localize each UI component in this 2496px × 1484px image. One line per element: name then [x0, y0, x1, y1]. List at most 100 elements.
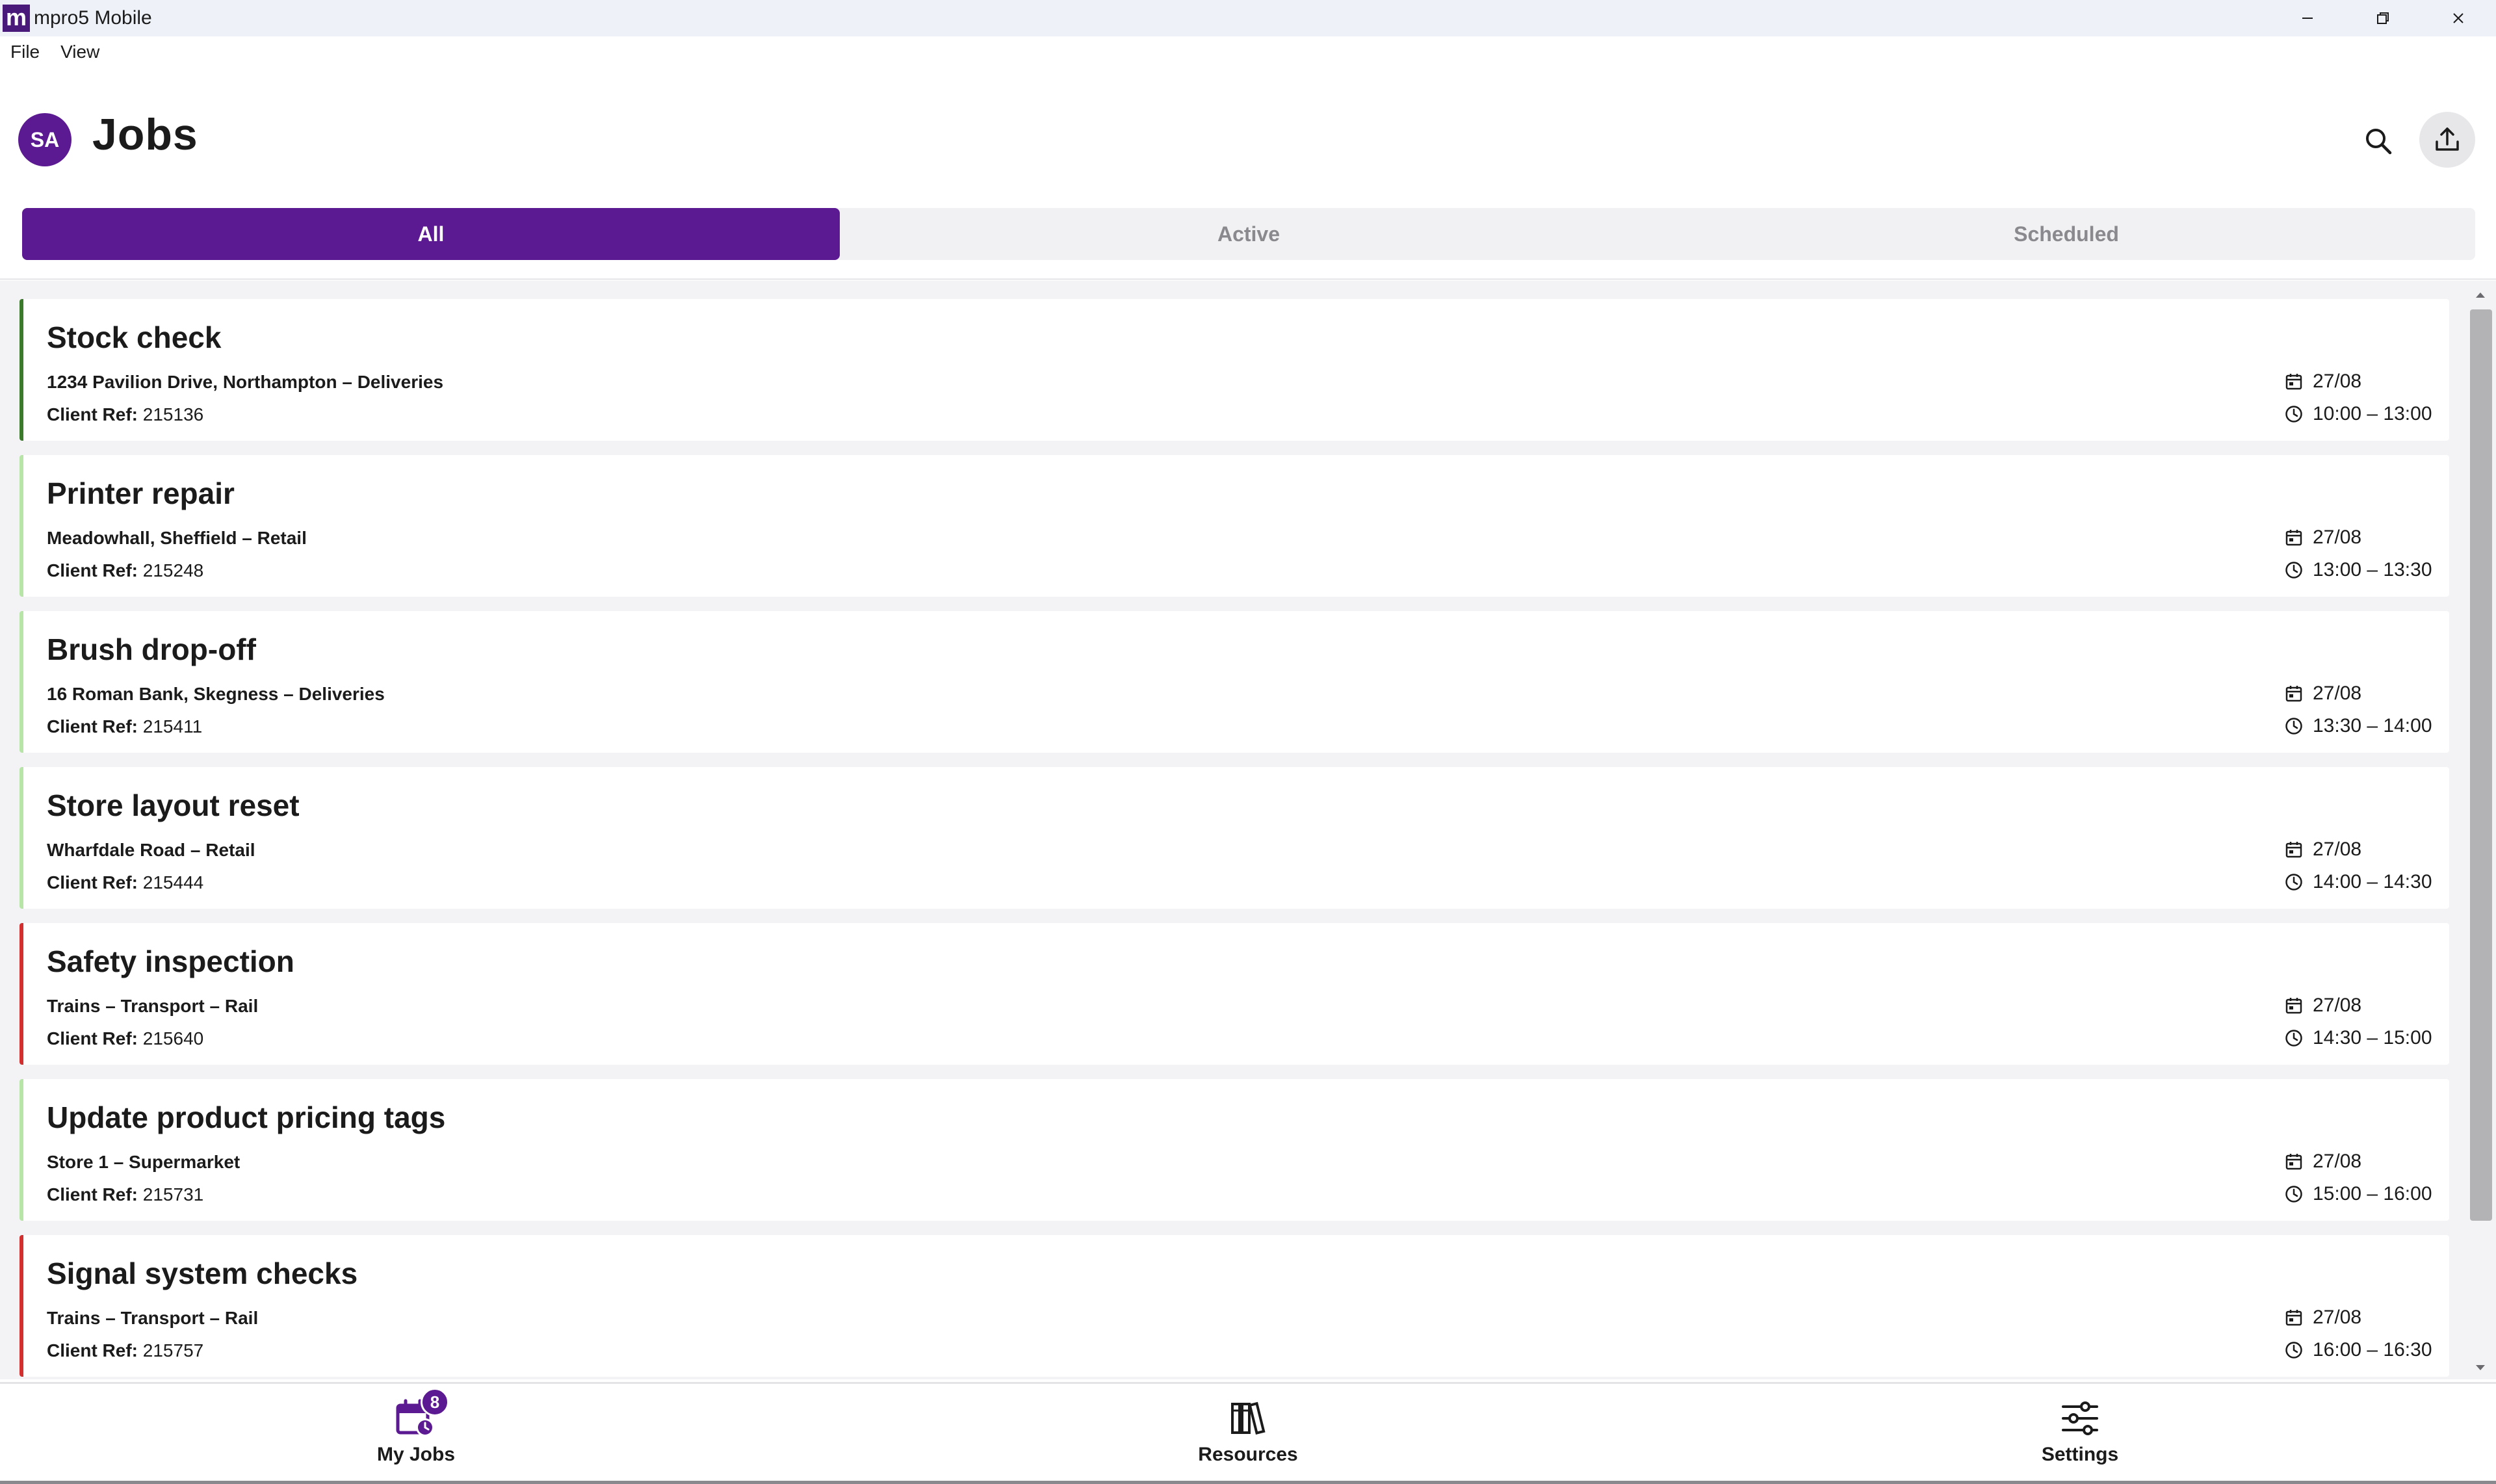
nav-my-jobs[interactable]: 8 My Jobs — [318, 1388, 514, 1475]
calendar-clock-icon: 8 — [393, 1388, 449, 1440]
job-card[interactable]: Stock check 1234 Pavilion Drive, Northam… — [20, 299, 2449, 441]
client-ref-label: Client Ref: — [47, 560, 138, 580]
job-card[interactable]: Brush drop-off 16 Roman Bank, Skegness –… — [20, 611, 2449, 753]
calendar-icon — [2285, 1154, 2302, 1170]
job-client-ref: Client Ref: 215757 — [47, 1340, 203, 1361]
scroll-up-arrow-icon[interactable] — [2474, 289, 2487, 302]
job-time: 13:30 – 14:00 — [2284, 715, 2432, 737]
client-ref-value: 215757 — [142, 1340, 204, 1360]
menu-view[interactable]: View — [50, 42, 110, 62]
job-time-value: 14:30 – 15:00 — [2313, 1027, 2432, 1048]
job-date: 27/08 — [2284, 839, 2361, 861]
app-logo: m — [3, 5, 30, 32]
client-ref-value: 215731 — [142, 1184, 204, 1204]
nav-settings-label: Settings — [2041, 1444, 2119, 1465]
job-title: Signal system checks — [47, 1256, 358, 1290]
header-divider — [0, 278, 2496, 280]
upload-icon — [2436, 127, 2459, 151]
job-card[interactable]: Safety inspection Trains – Transport – R… — [20, 923, 2449, 1065]
job-time: 14:00 – 14:30 — [2284, 871, 2432, 893]
menu-file[interactable]: File — [0, 42, 50, 62]
window-title: mpro5 Mobile — [34, 7, 152, 29]
job-title: Store layout reset — [47, 788, 300, 822]
job-time: 10:00 – 13:00 — [2284, 403, 2432, 425]
job-date: 27/08 — [2284, 527, 2361, 549]
client-ref-label: Client Ref: — [47, 872, 138, 892]
clock-icon — [2285, 562, 2302, 579]
bottom-navigation: 8 My Jobs Resources Settings — [0, 1382, 2496, 1484]
job-date-value: 27/08 — [2313, 371, 2362, 392]
job-time-value: 10:00 – 13:00 — [2313, 403, 2432, 424]
tab-scheduled[interactable]: Scheduled — [1658, 208, 2475, 260]
client-ref-label: Client Ref: — [47, 1028, 138, 1048]
job-time-value: 16:00 – 16:30 — [2313, 1339, 2432, 1360]
restore-button[interactable] — [2345, 0, 2421, 36]
client-ref-label: Client Ref: — [47, 716, 138, 736]
nav-my-jobs-label: My Jobs — [376, 1444, 456, 1465]
job-date: 27/08 — [2284, 371, 2361, 393]
job-date-value: 27/08 — [2313, 527, 2362, 548]
clock-icon — [2285, 1030, 2302, 1047]
upload-button[interactable] — [2419, 112, 2475, 168]
job-time-value: 13:00 – 13:30 — [2313, 559, 2432, 580]
job-title: Printer repair — [47, 476, 235, 510]
window-controls — [2270, 0, 2496, 36]
client-ref-value: 215411 — [142, 716, 203, 736]
job-count-badge: 8 — [421, 1388, 449, 1416]
calendar-icon — [2285, 686, 2302, 702]
calendar-icon — [2285, 374, 2302, 390]
menu-bar: File View — [0, 36, 2496, 68]
job-date: 27/08 — [2284, 1307, 2361, 1329]
job-title: Update product pricing tags — [47, 1100, 446, 1134]
job-date-value: 27/08 — [2313, 1307, 2362, 1328]
nav-resources[interactable]: Resources — [1150, 1397, 1346, 1475]
job-card[interactable]: Printer repair Meadowhall, Sheffield – R… — [20, 455, 2449, 597]
tab-active[interactable]: Active — [840, 208, 1658, 260]
job-card[interactable]: Signal system checks Trains – Transport … — [20, 1235, 2449, 1377]
job-time: 16:00 – 16:30 — [2284, 1339, 2432, 1361]
job-client-ref: Client Ref: 215248 — [47, 560, 203, 581]
job-filter-tabs: All Active Scheduled — [22, 208, 2475, 260]
close-icon — [2453, 13, 2464, 23]
clock-icon — [2285, 874, 2302, 891]
job-time-value: 14:00 – 14:30 — [2313, 871, 2432, 892]
job-client-ref: Client Ref: 215640 — [47, 1028, 203, 1049]
calendar-icon — [2285, 1310, 2302, 1326]
search-button[interactable] — [2357, 120, 2400, 163]
job-client-ref: Client Ref: 215444 — [47, 872, 203, 893]
job-location: 16 Roman Bank, Skegness – Deliveries — [47, 684, 385, 704]
avatar[interactable]: SA — [18, 113, 72, 166]
tab-all[interactable]: All — [22, 208, 840, 260]
close-window-button[interactable] — [2421, 0, 2496, 36]
job-time-value: 15:00 – 16:00 — [2313, 1183, 2432, 1204]
job-card[interactable]: Update product pricing tags Store 1 – Su… — [20, 1079, 2449, 1221]
job-card[interactable]: Store layout reset Wharfdale Road – Reta… — [20, 767, 2449, 909]
clock-icon — [2285, 718, 2302, 735]
calendar-icon — [2285, 998, 2302, 1014]
job-location: Wharfdale Road – Retail — [47, 840, 255, 860]
client-ref-value: 215444 — [142, 872, 204, 892]
clock-icon — [2285, 1186, 2302, 1203]
job-location: Trains – Transport – Rail — [47, 1308, 259, 1328]
job-location: Trains – Transport – Rail — [47, 996, 259, 1016]
search-icon — [2366, 129, 2392, 155]
client-ref-label: Client Ref: — [47, 1340, 138, 1360]
job-time: 13:00 – 13:30 — [2284, 559, 2432, 581]
job-title: Stock check — [47, 320, 222, 354]
job-client-ref: Client Ref: 215731 — [47, 1184, 203, 1205]
job-time: 15:00 – 16:00 — [2284, 1183, 2432, 1205]
scrollbar-thumb[interactable] — [2470, 309, 2492, 1221]
clock-icon — [2285, 1342, 2302, 1359]
client-ref-value: 215640 — [142, 1028, 204, 1048]
scroll-down-arrow-icon[interactable] — [2474, 1361, 2487, 1374]
minimize-button[interactable] — [2270, 0, 2345, 36]
job-date-value: 27/08 — [2313, 683, 2362, 704]
job-location: Meadowhall, Sheffield – Retail — [47, 528, 307, 548]
window-bottom-border — [0, 1481, 2496, 1484]
job-list: Stock check 1234 Pavilion Drive, Northam… — [0, 281, 2496, 1379]
job-date-value: 27/08 — [2313, 839, 2362, 860]
window-titlebar: m mpro5 Mobile — [0, 0, 2496, 36]
minimize-icon — [2302, 18, 2313, 19]
nav-settings[interactable]: Settings — [1982, 1397, 2178, 1475]
books-icon — [1225, 1397, 1271, 1440]
